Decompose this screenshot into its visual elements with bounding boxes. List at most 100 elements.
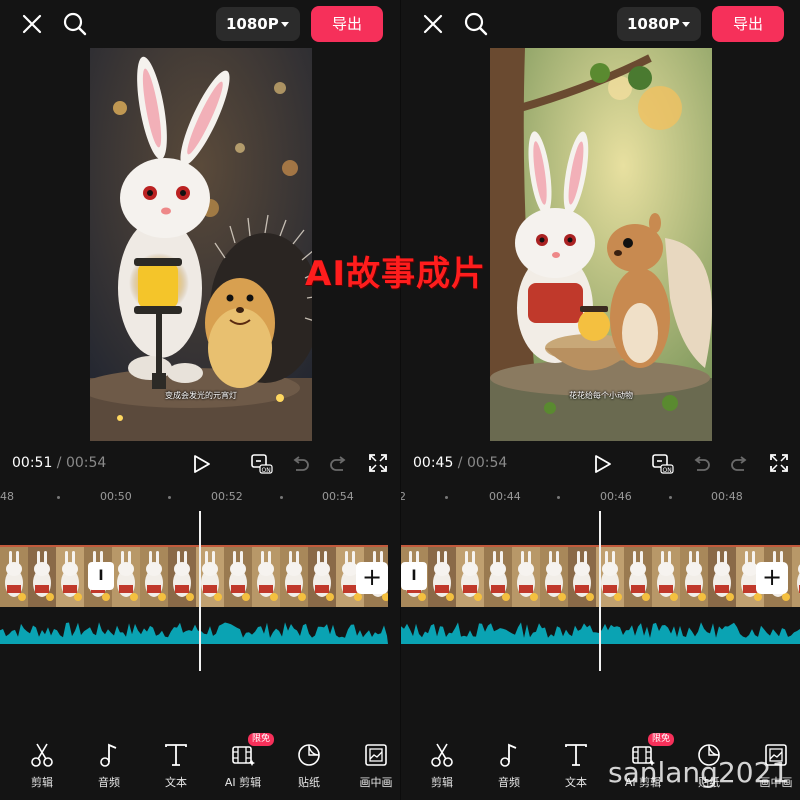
audio-waveform[interactable]	[0, 610, 388, 644]
scissors-icon	[431, 743, 453, 767]
top-bar: 1080P 导出	[0, 0, 400, 48]
editor-panel-left: 1080P 导出 变成会发光的元宵灯 00:51 / 00:54 ON 48 0…	[0, 0, 400, 800]
ruler-tick: 00:54	[322, 490, 354, 503]
redo-icon[interactable]	[730, 454, 750, 474]
preview-frame-image	[490, 48, 712, 441]
tool-label: 文本	[565, 776, 587, 789]
clip-thumbnail	[540, 547, 568, 607]
clip-thumbnail	[168, 547, 196, 607]
clip-trim-handle[interactable]: I	[401, 562, 427, 590]
clip-thumbnail	[456, 547, 484, 607]
tool-label: 文本	[165, 776, 187, 789]
video-preview[interactable]: 花花给每个小动物	[490, 48, 712, 441]
clip-thumbnail	[252, 547, 280, 607]
music-note-icon	[500, 743, 517, 767]
add-clip-button[interactable]: +	[356, 562, 388, 594]
clip-thumbnail	[428, 547, 456, 607]
clip-thumbnail	[708, 547, 736, 607]
tool-audio[interactable]: 音频	[476, 742, 542, 790]
tool-edit[interactable]: 剪辑	[409, 742, 475, 790]
time-display: 00:51 / 00:54	[12, 455, 106, 471]
svg-text:ON: ON	[262, 467, 271, 474]
playback-bar: 00:45 / 00:54 ON	[401, 444, 800, 484]
video-subtitle: 变成会发光的元宵灯	[165, 391, 237, 400]
clip-thumbnail	[792, 547, 800, 607]
fullscreen-icon[interactable]	[769, 453, 789, 473]
clip-thumbnail	[0, 547, 28, 607]
clip-thumbnail	[224, 547, 252, 607]
close-icon[interactable]	[421, 12, 445, 36]
sticker-icon	[298, 744, 320, 766]
time-display: 00:45 / 00:54	[413, 455, 507, 471]
clip-thumbnail	[140, 547, 168, 607]
ruler-tick: 00:50	[100, 490, 132, 503]
tool-label: 画中画	[359, 776, 393, 789]
tool-label: 音频	[98, 776, 120, 789]
time-separator: /	[453, 455, 467, 471]
keyframe-icon[interactable]: ON	[651, 453, 675, 475]
playhead[interactable]	[199, 511, 201, 671]
resolution-dropdown[interactable]: 1080P	[617, 7, 701, 41]
clip-thumbnail	[484, 547, 512, 607]
preview-frame-image	[90, 48, 312, 441]
ruler-tick: 00:48	[711, 490, 743, 503]
search-icon[interactable]	[463, 11, 489, 37]
video-preview[interactable]: 变成会发光的元宵灯	[90, 48, 312, 441]
overlay-headline: AI故事成片	[305, 254, 486, 294]
tool-text[interactable]: 文本	[143, 742, 209, 790]
tool-text[interactable]: 文本	[543, 742, 609, 790]
clip-thumbnail	[280, 547, 308, 607]
video-subtitle: 花花给每个小动物	[569, 391, 633, 400]
total-time: 00:54	[65, 455, 107, 471]
playback-bar: 00:51 / 00:54 ON	[0, 444, 400, 484]
text-icon	[165, 744, 187, 766]
ruler-tick: 00:52	[211, 490, 243, 503]
close-icon[interactable]	[20, 12, 44, 36]
clip-thumbnail	[568, 547, 596, 607]
scissors-icon	[31, 743, 53, 767]
tool-label: 音频	[498, 776, 520, 789]
clip-thumbnail	[28, 547, 56, 607]
clip-thumbnail	[112, 547, 140, 607]
time-ruler: 2 00:44 00:46 00:48	[401, 486, 800, 510]
ruler-tick: 2	[401, 490, 406, 503]
playhead[interactable]	[599, 511, 601, 671]
ruler-tick: 48	[0, 490, 14, 503]
undo-icon[interactable]	[691, 454, 711, 474]
export-button[interactable]: 导出	[311, 6, 383, 42]
picture-in-picture-icon	[365, 744, 387, 766]
tool-label: AI 剪辑	[224, 776, 262, 789]
tool-edit[interactable]: 剪辑	[9, 742, 75, 790]
export-button[interactable]: 导出	[712, 6, 784, 42]
chevron-down-icon	[682, 22, 690, 27]
text-icon	[565, 744, 587, 766]
clip-thumbnail	[652, 547, 680, 607]
clip-thumbnail	[624, 547, 652, 607]
svg-text:ON: ON	[663, 467, 672, 474]
search-icon[interactable]	[62, 11, 88, 37]
ruler-tick: 00:46	[600, 490, 632, 503]
play-icon[interactable]	[190, 453, 212, 475]
current-time: 00:51	[12, 455, 53, 471]
undo-icon[interactable]	[290, 454, 310, 474]
clip-thumbnail	[308, 547, 336, 607]
free-badge: 限免	[648, 733, 674, 746]
tool-label: 剪辑	[31, 776, 53, 789]
resolution-label: 1080P	[627, 15, 680, 33]
time-ruler: 48 00:50 00:52 00:54	[0, 486, 400, 510]
video-track[interactable]	[0, 545, 388, 607]
tool-label: 剪辑	[431, 776, 453, 789]
fullscreen-icon[interactable]	[368, 453, 388, 473]
add-clip-button[interactable]: +	[756, 562, 788, 594]
tool-audio[interactable]: 音频	[76, 742, 142, 790]
keyframe-icon[interactable]: ON	[250, 453, 274, 475]
resolution-label: 1080P	[226, 15, 279, 33]
play-icon[interactable]	[591, 453, 613, 475]
redo-icon[interactable]	[329, 454, 349, 474]
tool-sticker[interactable]: 贴纸	[276, 742, 342, 790]
resolution-dropdown[interactable]: 1080P	[216, 7, 300, 41]
clip-trim-handle[interactable]: I	[88, 562, 114, 590]
tool-label: 贴纸	[298, 776, 320, 789]
tool-ai-edit[interactable]: AI 剪辑	[210, 742, 276, 790]
tool-picture-in-picture[interactable]: 画中画	[343, 742, 400, 790]
